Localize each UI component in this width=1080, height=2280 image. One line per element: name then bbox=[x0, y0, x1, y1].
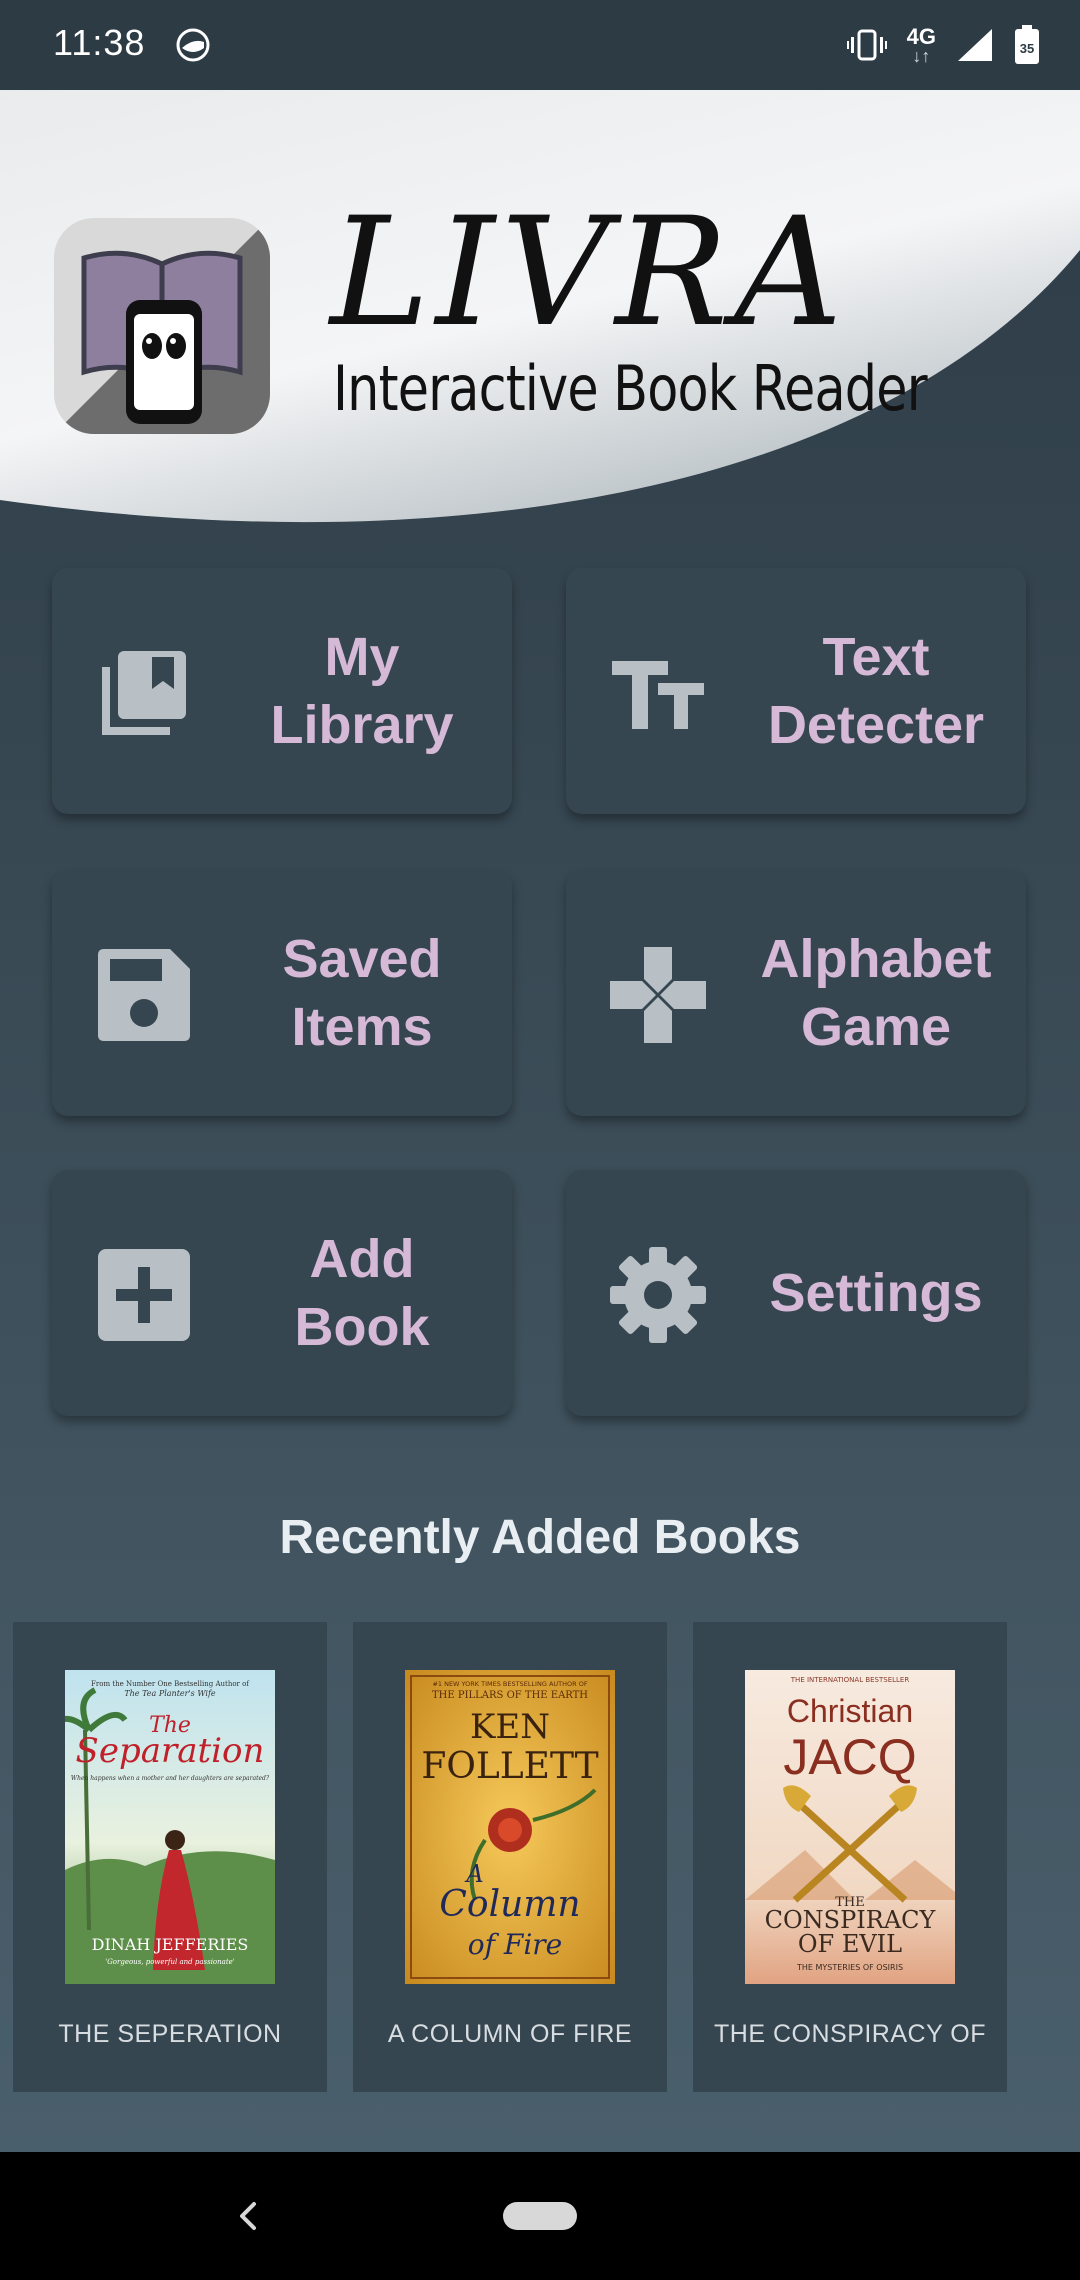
book-cover-separation: From the Number One Bestselling Author o… bbox=[65, 1670, 275, 1984]
network-indicator: 4G ↓↑ bbox=[907, 26, 936, 66]
recently-added-title: Recently Added Books bbox=[279, 1511, 801, 1564]
book-title: THE CONSPIRACY OF bbox=[714, 2020, 986, 2048]
cover-quote: 'Gorgeous, powerful and passionate' bbox=[105, 1958, 235, 1966]
saved-items-label: Saved Items bbox=[282, 929, 442, 1057]
cover-title-line-2: Column bbox=[439, 1884, 580, 1925]
gear-icon bbox=[610, 1247, 706, 1343]
cover-author-line-2: FOLLETT bbox=[421, 1746, 598, 1787]
text-size-icon bbox=[612, 661, 704, 729]
cover-title-line-3: of Fire bbox=[468, 1928, 562, 1961]
settings-label: Settings bbox=[769, 1263, 983, 1323]
camera-lens-icon bbox=[176, 28, 210, 62]
alphabet-game-button[interactable]: Alphabet Game bbox=[566, 870, 1026, 1116]
gamepad-icon bbox=[610, 947, 706, 1043]
status-icons: 4G ↓↑ 35 bbox=[846, 22, 1040, 68]
cover-top-line-2: THE PILLARS OF THE EARTH bbox=[432, 1690, 588, 1701]
app-content: LIVRA Interactive Book Reader My Library… bbox=[0, 90, 1080, 2152]
cover-tagline: When happens when a mother and her daugh… bbox=[71, 1775, 270, 1782]
cover-series: THE MYSTERIES OF OSIRIS bbox=[796, 1963, 903, 1972]
alphabet-game-label: Alphabet Game bbox=[760, 929, 992, 1057]
navigation-bar bbox=[0, 2152, 1080, 2280]
add-book-button[interactable]: Add Book bbox=[52, 1170, 512, 1416]
my-library-label: My Library bbox=[270, 627, 454, 755]
save-icon bbox=[98, 949, 190, 1041]
status-time: 11:38 bbox=[53, 22, 146, 63]
app-logo bbox=[54, 218, 270, 434]
book-cover-conspiracy: THE INTERNATIONAL BESTSELLER Christian J… bbox=[745, 1670, 955, 1984]
cover-author: DINAH JEFFERIES bbox=[92, 1935, 249, 1954]
add-book-label: Add Book bbox=[294, 1229, 430, 1357]
cover-top-line: THE INTERNATIONAL BESTSELLER bbox=[790, 1676, 910, 1684]
cover-top-line-2: The Tea Planter's Wife bbox=[124, 1689, 216, 1698]
cover-author-line-1: KEN bbox=[470, 1707, 550, 1747]
cover-author-line-2: JACQ bbox=[783, 1729, 916, 1785]
battery-level: 35 bbox=[1020, 41, 1034, 56]
status-bar: 11:38 4G ↓↑ 35 bbox=[0, 0, 1080, 90]
add-box-icon bbox=[98, 1249, 190, 1341]
data-arrows-icon: ↓↑ bbox=[912, 46, 931, 66]
signal-icon bbox=[958, 29, 992, 61]
book-reader-logo-icon bbox=[54, 218, 270, 434]
battery-icon: 35 bbox=[1015, 25, 1039, 64]
cover-top-line: From the Number One Bestselling Author o… bbox=[91, 1680, 250, 1688]
settings-button[interactable]: Settings bbox=[566, 1170, 1026, 1416]
book-card-separation[interactable]: From the Number One Bestselling Author o… bbox=[13, 1622, 327, 2092]
cover-title-line-2: Separation bbox=[76, 1731, 265, 1771]
vibrate-icon bbox=[846, 29, 887, 61]
book-card-column-of-fire[interactable]: #1 NEW YORK TIMES BESTSELLING AUTHOR OF … bbox=[353, 1622, 667, 2092]
app-title: LIVRA bbox=[330, 186, 849, 360]
text-detecter-button[interactable]: Text Detecter bbox=[566, 568, 1026, 814]
my-library-button[interactable]: My Library bbox=[52, 568, 512, 814]
saved-items-button[interactable]: Saved Items bbox=[52, 870, 512, 1116]
book-title: THE SEPERATION bbox=[58, 2020, 282, 2048]
book-title: A COLUMN OF FIRE bbox=[387, 2020, 633, 2048]
library-icon bbox=[102, 651, 186, 735]
cover-author-line-1: Christian bbox=[787, 1693, 913, 1729]
cover-title-line-3: OF EVIL bbox=[798, 1930, 902, 1958]
app-subtitle: Interactive Book Reader bbox=[333, 352, 928, 425]
cover-top-line: #1 NEW YORK TIMES BESTSELLING AUTHOR OF bbox=[432, 1680, 587, 1688]
back-icon[interactable] bbox=[220, 2188, 276, 2244]
book-card-conspiracy[interactable]: THE INTERNATIONAL BESTSELLER Christian J… bbox=[693, 1622, 1007, 2092]
home-button[interactable] bbox=[503, 2202, 577, 2230]
text-detecter-label: Text Detecter bbox=[767, 627, 985, 755]
book-cover-column-of-fire: #1 NEW YORK TIMES BESTSELLING AUTHOR OF … bbox=[405, 1670, 615, 1984]
